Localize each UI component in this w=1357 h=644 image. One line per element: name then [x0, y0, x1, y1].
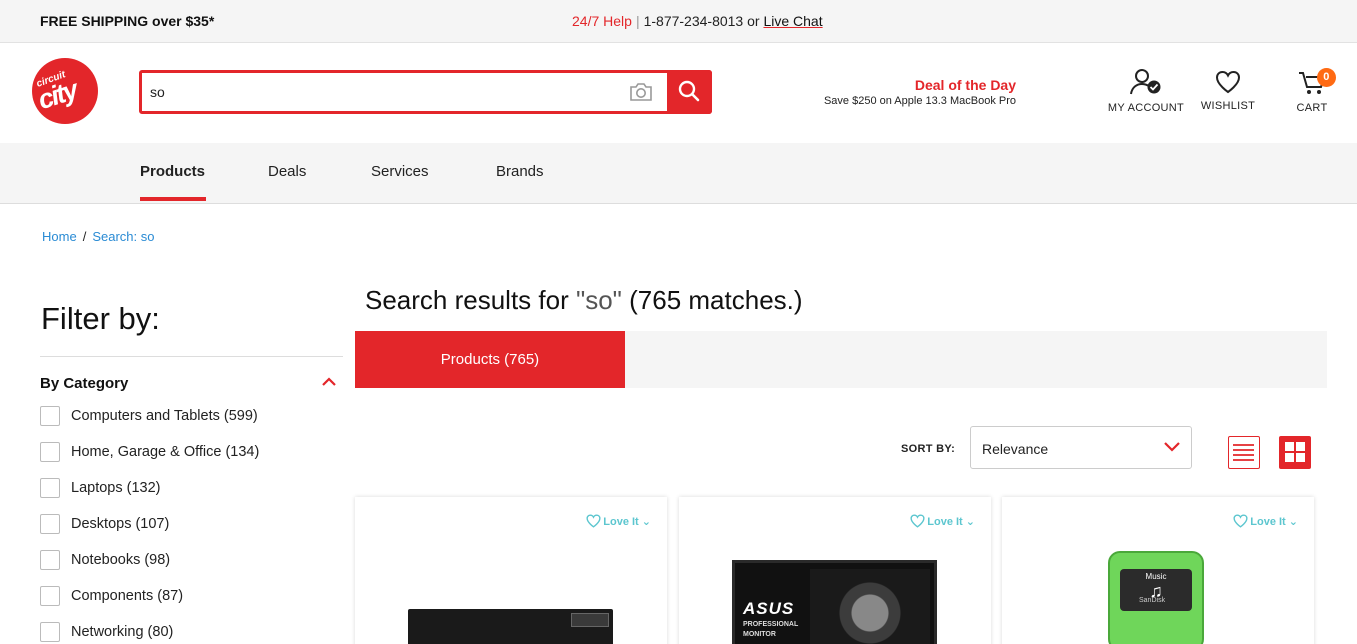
category-checkbox[interactable]	[40, 550, 60, 570]
help-line: 24/7 Help | 1-877-234-8013 or Live Chat	[572, 13, 823, 29]
list-view-button[interactable]	[1228, 436, 1260, 469]
search-bar	[139, 70, 712, 114]
results-tabs: Products (765)	[355, 331, 1327, 388]
product-card[interactable]: Love It ⌄ ASUS PROFESSIONAL MONITOR	[679, 497, 991, 644]
product-card[interactable]: Love It ⌄	[355, 497, 667, 644]
help-separator: |	[635, 13, 640, 29]
product-image-asus-monitor: ASUS PROFESSIONAL MONITOR	[732, 560, 937, 644]
category-checkbox[interactable]	[40, 586, 60, 606]
chevron-down-icon	[1164, 442, 1180, 452]
love-it-button[interactable]: Love It ⌄	[586, 514, 651, 528]
results-heading: Search results for "so" (765 matches.)	[365, 285, 803, 316]
grid-view-button[interactable]	[1279, 436, 1311, 469]
sort-select[interactable]: Relevance	[970, 426, 1192, 469]
sort-value: Relevance	[982, 441, 1049, 457]
grid-icon	[1285, 442, 1305, 462]
player-screen-text: Music	[1145, 572, 1167, 581]
heart-icon	[1215, 70, 1241, 94]
breadcrumb-home[interactable]: Home	[42, 229, 77, 244]
search-button[interactable]	[667, 70, 712, 114]
nav-deals[interactable]: Deals	[268, 163, 306, 180]
free-shipping-text: FREE SHIPPING over $35*	[40, 13, 215, 29]
wishlist-label: WISHLIST	[1200, 100, 1256, 112]
tab-products[interactable]: Products (765)	[355, 331, 625, 388]
live-chat-link[interactable]: Live Chat	[763, 13, 822, 29]
love-it-button[interactable]: Love It ⌄	[1233, 514, 1298, 528]
breadcrumb-current[interactable]: Search: so	[92, 229, 154, 244]
heart-outline-icon	[910, 514, 925, 528]
filter-divider	[40, 356, 343, 357]
results-query: "so"	[575, 285, 622, 315]
account-icon	[1130, 69, 1161, 95]
list-icon	[1233, 444, 1254, 461]
category-label: Computers and Tablets (599)	[71, 408, 258, 424]
sort-label: SORT BY:	[901, 443, 956, 455]
camera-icon[interactable]	[628, 81, 656, 105]
wishlist-link[interactable]: WISHLIST	[1198, 70, 1258, 112]
top-bar: FREE SHIPPING over $35* 24/7 Help | 1-877-…	[0, 0, 1357, 43]
filter-title: Filter by:	[41, 301, 160, 336]
category-checkbox[interactable]	[40, 514, 60, 534]
circuit-city-logo[interactable]: circuit city	[32, 58, 98, 124]
deal-title: Deal of the Day	[914, 77, 1016, 93]
heart-outline-icon	[586, 514, 601, 528]
love-it-label: Love It	[927, 516, 963, 528]
search-icon	[678, 80, 700, 102]
asus-sub-text: PROFESSIONAL MONITOR	[743, 621, 799, 638]
nav-active-indicator	[140, 197, 206, 201]
help-label: 24/7 Help	[572, 13, 632, 29]
love-it-label: Love It	[1250, 516, 1286, 528]
nav-services[interactable]: Services	[371, 163, 429, 180]
category-label: Networking (80)	[71, 624, 174, 640]
breadcrumb: Home / Search: so	[42, 229, 154, 244]
category-heading[interactable]: By Category	[40, 375, 128, 392]
product-card[interactable]: Love It ⌄ Music ♫ SanDisk	[1002, 497, 1314, 644]
love-it-label: Love It	[603, 516, 639, 528]
category-checkbox[interactable]	[40, 622, 60, 642]
category-label: Components (87)	[71, 588, 184, 604]
nav-products[interactable]: Products	[140, 163, 205, 180]
category-label: Desktops (107)	[71, 516, 170, 532]
category-label: Home, Garage & Office (134)	[71, 444, 260, 460]
cart-count-badge: 0	[1317, 68, 1336, 87]
search-input[interactable]	[150, 81, 610, 103]
breadcrumb-separator: /	[82, 229, 87, 244]
product-image-ups	[408, 609, 613, 644]
product-image-sandisk-player: Music ♫ SanDisk	[1108, 551, 1204, 644]
player-screen: Music ♫	[1120, 569, 1192, 611]
my-account-link[interactable]: MY ACCOUNT	[1106, 68, 1186, 114]
asus-brand-text: ASUS	[743, 599, 795, 618]
deal-of-the-day[interactable]: Deal of the Day Save $250 on Apple 13.3 …	[790, 77, 1016, 107]
love-it-button[interactable]: Love It ⌄	[910, 514, 975, 528]
ups-display	[571, 613, 609, 627]
heart-outline-icon	[1233, 514, 1248, 528]
my-account-label: MY ACCOUNT	[1107, 102, 1185, 114]
category-checkbox[interactable]	[40, 406, 60, 426]
chevron-up-icon[interactable]	[321, 376, 337, 388]
category-checkbox[interactable]	[40, 442, 60, 462]
results-count: (765 matches.)	[621, 285, 803, 315]
cart-link[interactable]: 0 CART	[1290, 68, 1336, 114]
deal-subtitle: Save $250 on Apple 13.3 MacBook Pro	[823, 95, 1016, 107]
cart-label: CART	[1296, 102, 1328, 114]
results-prefix: Search results for	[365, 285, 576, 315]
category-label: Notebooks (98)	[71, 552, 171, 568]
category-checkbox[interactable]	[40, 478, 60, 498]
phone-number[interactable]: 1-877-234-8013 or	[644, 13, 760, 29]
main-nav: Products Deals Services Brands	[0, 143, 1357, 204]
category-label: Laptops (132)	[71, 480, 161, 496]
player-brand-text: SanDisk	[1139, 597, 1166, 604]
motorcycle-graphic	[810, 569, 930, 644]
nav-brands[interactable]: Brands	[496, 163, 544, 180]
